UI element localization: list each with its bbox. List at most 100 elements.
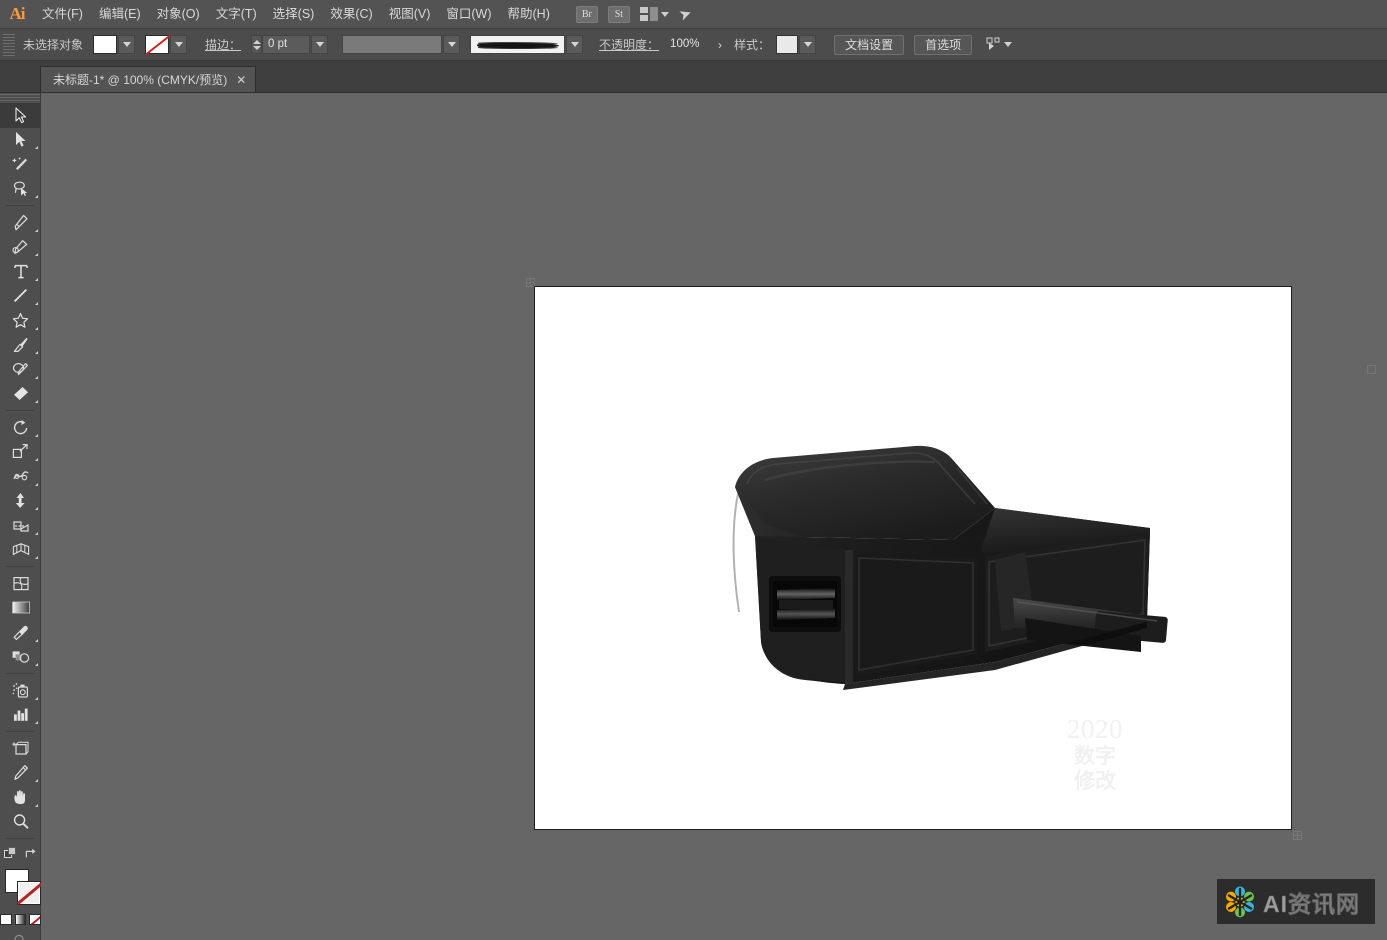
variable-width-dropdown[interactable] [443,35,460,54]
artwork-text-overlay[interactable]: 2020 数字 修改 [1040,714,1150,794]
tool-column-graph[interactable] [0,703,41,728]
menu-effect[interactable]: 效果(C) [322,0,380,29]
overlay-year-text: 2020 [1040,714,1150,744]
fill-color-swatch[interactable] [93,35,117,54]
document-setup-button[interactable]: 文档设置 [834,35,904,55]
control-bar: 未选择对象 描边： 0 pt 不透明度： 100% › 样式： 文档设置 首选项 [0,29,1387,61]
tool-perspective-grid[interactable] [0,538,41,563]
gradient-button[interactable] [15,914,27,925]
tool-pen[interactable] [0,210,41,235]
stroke-dropdown-button[interactable] [170,35,187,54]
stroke-color-box[interactable] [17,881,41,905]
illustrator-window: Ai 文件(F) 编辑(E) 对象(O) 文字(T) 选择(S) 效果(C) 视… [0,0,1387,940]
default-fill-stroke-icon[interactable] [4,847,18,865]
menu-view[interactable]: 视图(V) [381,0,439,29]
usb-charger-artwork[interactable]: 2020 数字 修改 [695,432,1185,702]
tool-mesh[interactable] [0,571,41,596]
stroke-color-swatch[interactable] [145,35,169,54]
chevron-down-icon [571,42,579,47]
tool-width-warp[interactable] [0,464,41,489]
menu-select[interactable]: 选择(S) [265,0,323,29]
tool-shaper-pencil[interactable] [0,357,41,382]
tool-line-segment[interactable] [0,284,41,309]
canvas-area[interactable]: 2020 数字 修改 [41,93,1387,940]
chevron-down-icon [123,42,131,47]
chevron-down-icon [448,42,456,47]
stroke-weight-input[interactable]: 0 pt [262,35,310,54]
tool-eyedropper[interactable] [0,620,41,645]
none-button[interactable] [29,914,41,925]
chevron-down-icon [661,12,669,17]
stroke-weight-dropdown[interactable] [311,35,328,54]
bridge-icon[interactable]: Br [576,6,598,23]
drawing-modes-button[interactable] [0,925,41,940]
canvas-marker [1367,365,1376,374]
tool-magic-wand[interactable] [0,152,41,177]
tool-scale[interactable] [0,440,41,465]
tool-selection[interactable] [0,103,41,128]
opacity-label: 不透明度： [599,36,659,53]
tool-shape-builder[interactable] [0,513,41,538]
document-tab[interactable]: 未标题-1* @ 100% (CMYK/预览) ✕ [40,66,256,92]
menu-type[interactable]: 文字(T) [208,0,265,29]
tool-eraser[interactable] [0,382,41,407]
share-rocket-icon[interactable]: ➤ [676,3,694,24]
color-button[interactable] [0,914,12,925]
menu-file[interactable]: 文件(F) [34,0,91,29]
opacity-expand-arrow[interactable]: › [718,38,722,52]
watermark: AI资讯网 [1217,879,1375,924]
tool-type[interactable] [0,259,41,284]
stock-icon[interactable]: St [608,6,630,23]
arrange-documents-button[interactable] [640,7,669,21]
graphic-style-dropdown[interactable] [799,35,816,54]
menu-bar: Ai 文件(F) 编辑(E) 对象(O) 文字(T) 选择(S) 效果(C) 视… [0,0,1387,29]
watermark-flower-icon [1223,885,1257,919]
select-similar-button[interactable] [986,37,1012,52]
menu-help[interactable]: 帮助(H) [500,0,558,29]
artboard[interactable]: 2020 数字 修改 [534,286,1292,830]
menu-object[interactable]: 对象(O) [149,0,208,29]
fill-stroke-shortcuts [0,843,41,867]
tool-blend[interactable] [0,645,41,670]
tool-shape-star[interactable] [0,308,41,333]
tool-free-transform[interactable] [0,489,41,514]
menu-window[interactable]: 窗口(W) [438,0,499,29]
tools-panel-grip[interactable] [0,94,40,103]
fill-stroke-indicator [0,867,41,911]
tool-zoom[interactable] [0,810,41,835]
overlay-line-2: 数字 [1040,744,1150,769]
control-bar-grip[interactable] [3,34,15,56]
stroke-weight-label: 描边： [205,36,241,53]
menu-edit[interactable]: 编辑(E) [91,0,149,29]
swap-fill-stroke-icon[interactable] [24,847,38,865]
tool-add-anchor-point[interactable] [0,235,41,260]
brush-definition-dropdown[interactable] [566,35,583,54]
tool-hand[interactable] [0,785,41,810]
tool-rotate[interactable] [0,415,41,440]
select-similar-icon [986,37,1001,52]
preferences-button[interactable]: 首选项 [914,35,972,55]
tool-lasso[interactable] [0,177,41,202]
usb-charger-image [695,432,1185,702]
tool-direct-selection[interactable] [0,128,41,153]
tool-paintbrush[interactable] [0,333,41,358]
tools-color-controls [0,843,41,940]
graphic-style-swatch[interactable] [776,35,798,54]
arrange-documents-icon [640,7,658,21]
chevron-down-icon [175,42,183,47]
chevron-down-icon [316,42,324,47]
document-tab-title: 未标题-1* @ 100% (CMYK/预览) [53,71,227,88]
tool-gradient[interactable] [0,596,41,621]
fill-dropdown-button[interactable] [118,35,135,54]
close-icon[interactable]: ✕ [236,73,246,87]
tools-panel [0,93,41,940]
selection-status-label: 未选择对象 [23,36,83,53]
stroke-weight-stepper[interactable] [251,35,262,54]
tool-slice[interactable] [0,761,41,786]
brush-definition-preview[interactable] [470,35,565,54]
variable-width-profile-select[interactable] [342,35,442,54]
tool-symbol-sprayer[interactable] [0,678,41,703]
tool-artboard[interactable] [0,736,41,761]
opacity-input[interactable]: 100% [664,35,712,54]
style-label: 样式： [734,36,770,53]
